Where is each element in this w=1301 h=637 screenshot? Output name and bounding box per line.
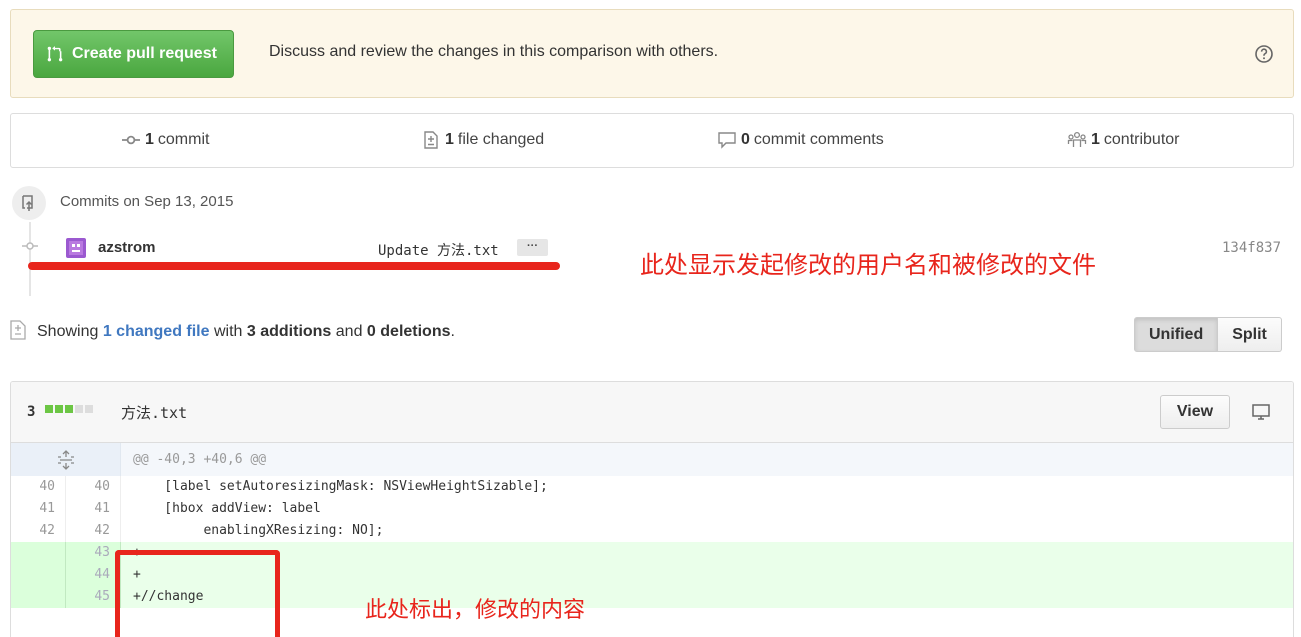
annotation-changed-content: 此处标出，修改的内容 bbox=[365, 598, 586, 623]
organization-icon bbox=[1067, 131, 1087, 147]
create-pull-request-label: Create pull request bbox=[72, 45, 217, 62]
comparison-stats-bar: 1 commit 1 file changed 0 commit comment… bbox=[10, 113, 1294, 168]
new-line-number[interactable]: 40 bbox=[66, 476, 121, 498]
code-line: [hbox addView: label bbox=[133, 501, 321, 516]
file-name[interactable]: 方法.txt bbox=[121, 402, 187, 423]
commit-message[interactable]: Update 方法.txt bbox=[378, 240, 499, 260]
create-pull-request-button[interactable]: Create pull request bbox=[33, 30, 234, 78]
stat-comments[interactable]: 0 commit comments bbox=[717, 131, 884, 149]
old-line-number[interactable]: 42 bbox=[11, 520, 66, 542]
stat-contributors-count: 1 bbox=[1091, 131, 1100, 148]
comment-icon bbox=[718, 132, 736, 149]
commits-date-heading: Commits on Sep 13, 2015 bbox=[60, 193, 234, 210]
new-line-number[interactable]: 44 bbox=[66, 564, 121, 586]
deletions-count: 0 deletions bbox=[366, 323, 451, 340]
git-commit-icon bbox=[122, 135, 140, 145]
stat-contributors-label: contributor bbox=[1103, 131, 1180, 148]
stat-files-count: 1 bbox=[445, 131, 454, 148]
old-line-number[interactable] bbox=[11, 542, 66, 564]
diff-view-toggle: Unified Split bbox=[1134, 317, 1282, 352]
question-circle-icon[interactable] bbox=[1254, 44, 1274, 64]
stat-commits[interactable]: 1 commit bbox=[121, 131, 209, 149]
repo-push-icon bbox=[22, 195, 33, 211]
commit-sha[interactable]: 134f837 bbox=[1222, 240, 1281, 256]
table-row: 40 40 [label setAutoresizingMask: NSView… bbox=[11, 476, 1293, 498]
stat-files-label: file changed bbox=[457, 131, 545, 148]
summary-suffix: . bbox=[450, 323, 455, 340]
summary-with: with bbox=[209, 323, 247, 340]
additions-count: 3 additions bbox=[246, 323, 332, 340]
repo-push-icon-wrapper bbox=[12, 186, 46, 220]
code-line: [label setAutoresizingMask: NSViewHeight… bbox=[133, 479, 548, 494]
hunk-header-row: @@ -40,3 +40,6 @@ bbox=[11, 443, 1293, 476]
device-desktop-icon[interactable] bbox=[1251, 403, 1271, 421]
stat-comments-count: 0 bbox=[741, 131, 750, 148]
file-diff-icon bbox=[10, 320, 26, 340]
changed-files-link[interactable]: 1 changed file bbox=[103, 323, 210, 340]
git-commit-icon bbox=[22, 242, 38, 250]
new-line-number[interactable]: 45 bbox=[66, 586, 121, 608]
avatar[interactable] bbox=[66, 238, 86, 258]
file-change-count: 3 bbox=[27, 404, 36, 420]
expand-gutter[interactable] bbox=[11, 443, 121, 476]
annotation-highlight-box bbox=[115, 550, 280, 637]
diffstat-bar bbox=[45, 405, 93, 413]
new-line-number[interactable]: 43 bbox=[66, 542, 121, 564]
unified-view-button[interactable]: Unified bbox=[1134, 317, 1219, 352]
summary-prefix: Showing bbox=[37, 323, 103, 340]
stat-commits-count: 1 bbox=[145, 131, 154, 148]
git-pull-request-icon bbox=[47, 46, 63, 62]
hunk-header: @@ -40,3 +40,6 @@ bbox=[133, 452, 267, 467]
commit-author[interactable]: azstrom bbox=[98, 239, 156, 256]
annotation-user-and-file: 此处显示发起修改的用户名和被修改的文件 bbox=[640, 251, 1096, 279]
file-diff-icon bbox=[424, 131, 438, 149]
old-line-number[interactable] bbox=[11, 586, 66, 608]
code-line: enablingXResizing: NO]; bbox=[133, 523, 384, 538]
table-row: 41 41 [hbox addView: label bbox=[11, 498, 1293, 520]
stat-contributors[interactable]: 1 contributor bbox=[1067, 131, 1180, 149]
new-line-number[interactable]: 42 bbox=[66, 520, 121, 542]
compare-banner: Create pull request Discuss and review t… bbox=[10, 9, 1294, 98]
commit-expand-button[interactable]: ··· bbox=[517, 239, 548, 256]
diff-summary: Showing 1 changed file with 3 additions … bbox=[37, 323, 455, 341]
banner-description: Discuss and review the changes in this c… bbox=[269, 43, 719, 60]
view-file-button[interactable]: View bbox=[1160, 395, 1230, 429]
old-line-number[interactable]: 40 bbox=[11, 476, 66, 498]
commit-timeline bbox=[29, 222, 31, 296]
stat-commits-label: commit bbox=[157, 131, 210, 148]
summary-and: and bbox=[331, 323, 367, 340]
new-line-number[interactable]: 41 bbox=[66, 498, 121, 520]
stat-comments-label: commit comments bbox=[753, 131, 884, 148]
file-header: 3 方法.txt View bbox=[11, 382, 1293, 443]
old-line-number[interactable] bbox=[11, 564, 66, 586]
annotation-underline bbox=[28, 262, 560, 270]
stat-files[interactable]: 1 file changed bbox=[421, 131, 544, 149]
old-line-number[interactable]: 41 bbox=[11, 498, 66, 520]
unfold-icon[interactable] bbox=[56, 450, 76, 470]
table-row: 42 42 enablingXResizing: NO]; bbox=[11, 520, 1293, 542]
split-view-button[interactable]: Split bbox=[1218, 317, 1282, 352]
